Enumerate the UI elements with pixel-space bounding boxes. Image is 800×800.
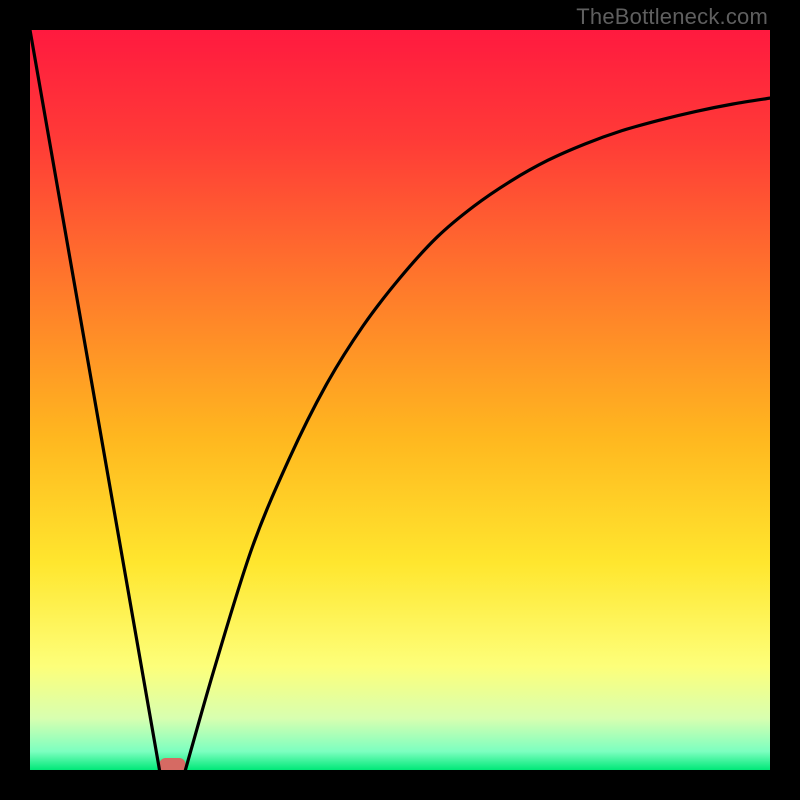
- bottleneck-chart: [30, 30, 770, 770]
- plot-frame: [30, 30, 770, 770]
- optimal-marker: [160, 758, 186, 770]
- attribution-text: TheBottleneck.com: [576, 4, 768, 30]
